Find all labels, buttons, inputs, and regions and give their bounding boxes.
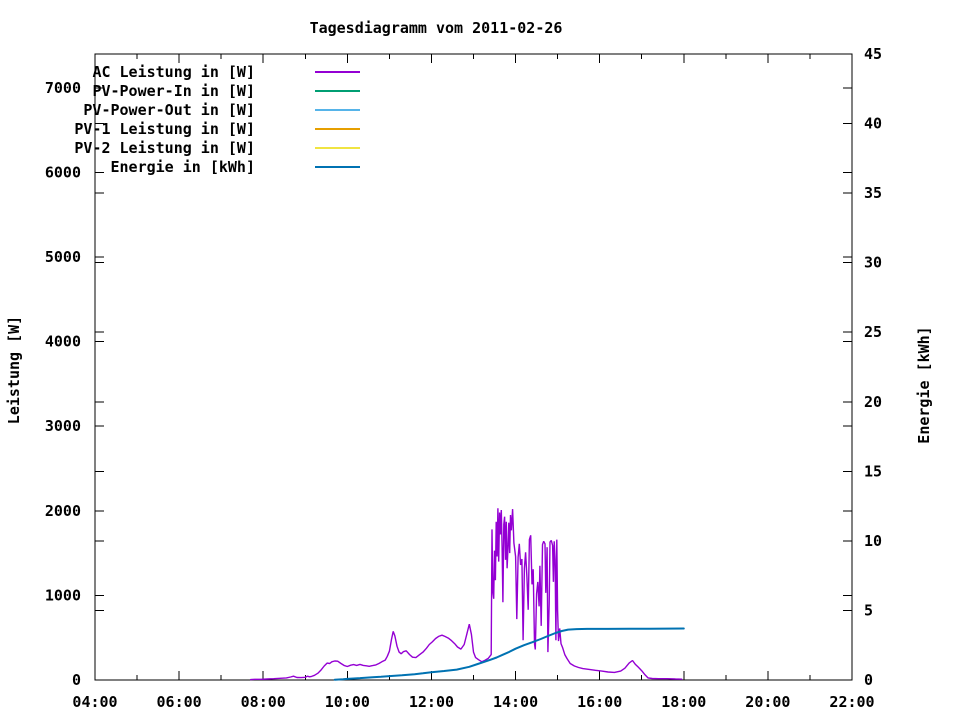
legend-label: PV-2 Leistung in [W]	[74, 138, 255, 157]
legend-entry-energie: Energie in [kWh]	[0, 157, 360, 176]
legend-label: Energie in [kWh]	[110, 157, 256, 176]
x-tick-label: 12:00	[409, 693, 454, 711]
x-tick-label: 06:00	[157, 693, 202, 711]
x-tick-label: 14:00	[493, 693, 538, 711]
legend-label: AC Leistung in [W]	[92, 62, 255, 81]
legend-line-sample	[315, 70, 360, 73]
legend-line-sample	[315, 89, 360, 92]
x-tick-label: 16:00	[577, 693, 622, 711]
y2-tick-label: 15	[864, 462, 882, 480]
legend: AC Leistung in [W] PV-Power-In in [W] PV…	[0, 62, 360, 176]
legend-line-sample	[315, 146, 360, 149]
legend-line-sample	[315, 108, 360, 111]
y2-tick-label: 35	[864, 184, 882, 202]
y2-tick-label: 25	[864, 323, 882, 341]
y-tick-label: 2000	[45, 502, 81, 520]
series-energie-in-kwh	[333, 627, 685, 681]
legend-label: PV-Power-Out in [W]	[83, 100, 255, 119]
x-tick-label: 10:00	[325, 693, 370, 711]
y2-tick-label: 5	[864, 601, 873, 619]
legend-entry-ac-leistung: AC Leistung in [W]	[0, 62, 360, 81]
x-tick-label: 22:00	[829, 693, 874, 711]
legend-entry-pv-power-in: PV-Power-In in [W]	[0, 81, 360, 100]
legend-entry-pv1-leistung: PV-1 Leistung in [W]	[0, 119, 360, 138]
x-tick-label: 08:00	[241, 693, 286, 711]
y2-tick-label: 10	[864, 532, 882, 550]
y-tick-label: 0	[72, 671, 81, 689]
y-tick-label: 4000	[45, 333, 81, 351]
chart-title: Tagesdiagramm vom 2011-02-26	[309, 19, 563, 37]
y-tick-label: 5000	[45, 248, 81, 266]
series-ac-leistung-in-w	[249, 508, 683, 681]
x-tick-label: 20:00	[745, 693, 790, 711]
legend-line-sample	[315, 127, 360, 130]
y-tick-label: 3000	[45, 417, 81, 435]
legend-label: PV-Power-In in [W]	[92, 81, 255, 100]
y2-axis-label: Energie [kWh]	[915, 326, 933, 444]
y2-tick-label: 45	[864, 45, 882, 63]
legend-line-sample	[315, 165, 360, 168]
y2-tick-label: 20	[864, 393, 882, 411]
y2-tick-label: 40	[864, 115, 882, 133]
x-tick-label: 04:00	[72, 693, 117, 711]
legend-label: PV-1 Leistung in [W]	[74, 119, 255, 138]
x-tick-label: 18:00	[661, 693, 706, 711]
legend-entry-pv2-leistung: PV-2 Leistung in [W]	[0, 138, 360, 157]
y2-tick-label: 30	[864, 254, 882, 272]
y2-tick-label: 0	[864, 671, 873, 689]
gnuplot-chart-canvas: 04:00 06:00 08:00 10:00 12:00 14:00 16:00 18:00…	[0, 0, 960, 720]
legend-entry-pv-power-out: PV-Power-Out in [W]	[0, 100, 360, 119]
y-tick-label: 1000	[45, 586, 81, 604]
y-axis-label: Leistung [W]	[5, 315, 23, 425]
